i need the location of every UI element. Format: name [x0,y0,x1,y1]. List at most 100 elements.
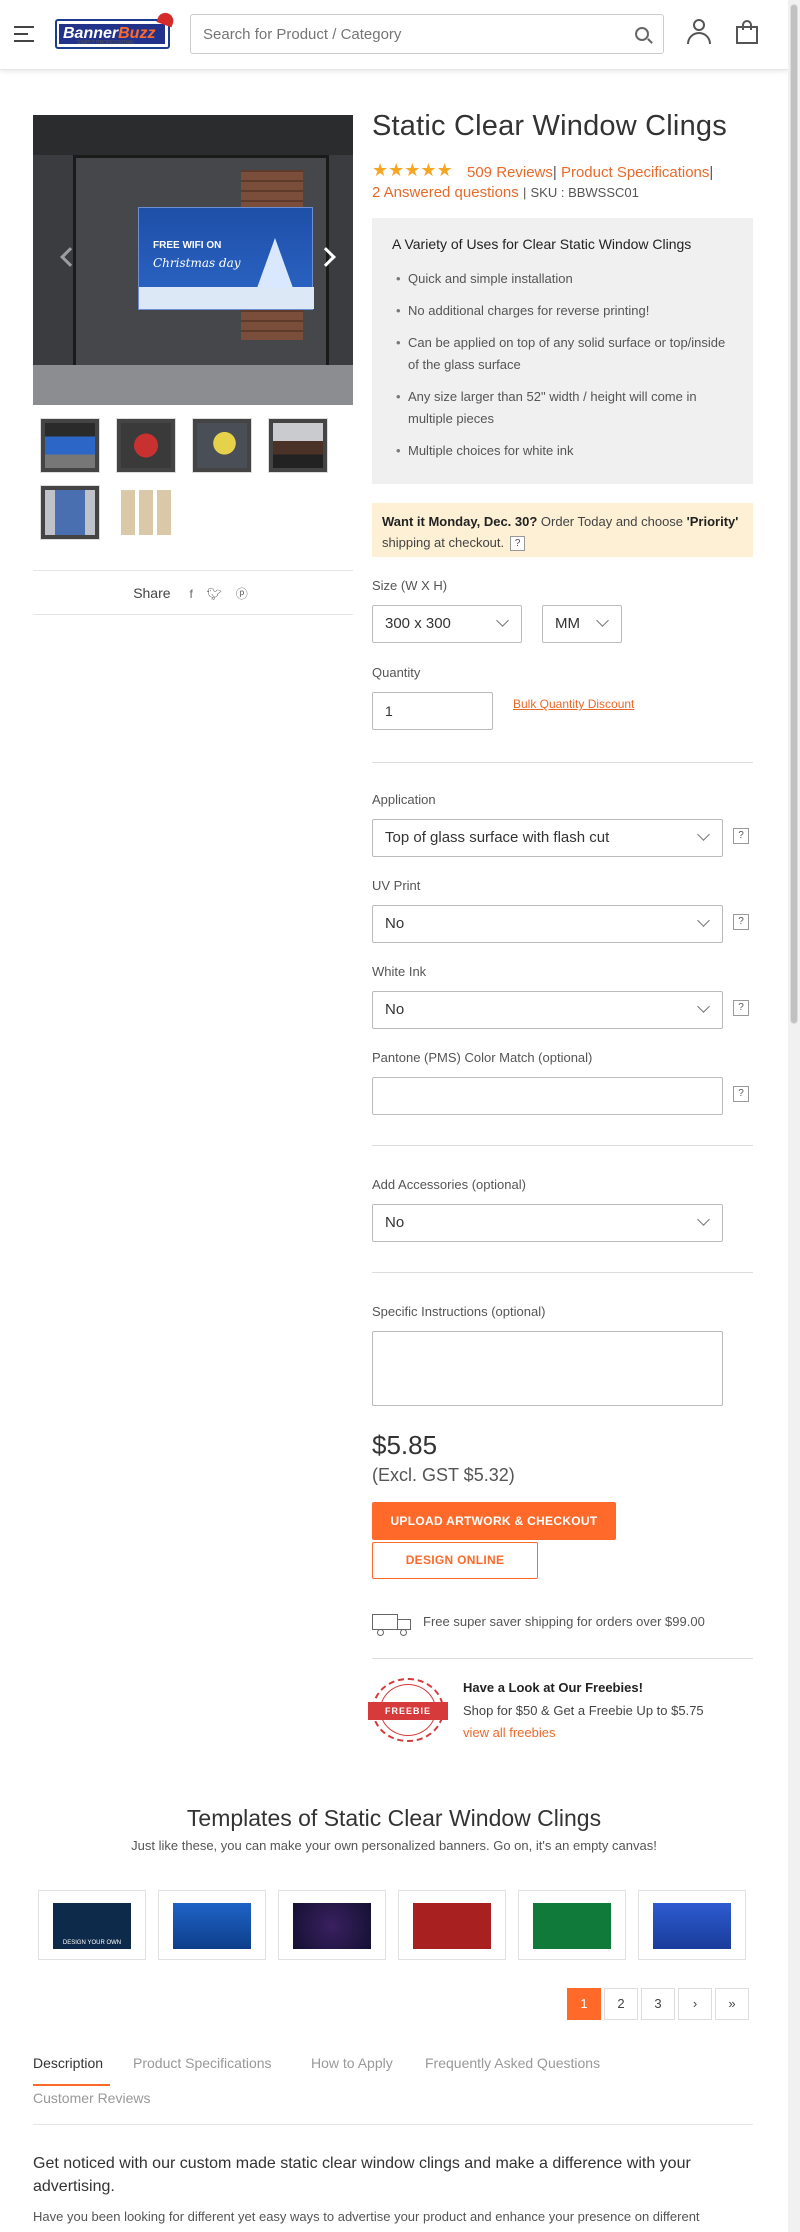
size-select[interactable]: 300 x 300 [372,605,522,643]
description-title: Get noticed with our custom made static … [33,2155,691,2195]
user-icon[interactable] [685,18,713,46]
tab-description[interactable]: Description [33,2055,103,2071]
truck-icon [372,1612,414,1636]
help-icon[interactable]: ? [733,828,749,844]
scrollbar-thumb[interactable] [790,4,798,1024]
accessories-label: Add Accessories (optional) [372,1177,526,1192]
chevron-down-icon [596,614,609,627]
template-card[interactable] [518,1890,626,1960]
feature-item: Quick and simple installation [396,268,726,290]
twitter-icon[interactable]: 🐦︎ [207,572,222,617]
reviews-link[interactable]: 509 Reviews [467,164,553,181]
rating-stars-icon[interactable]: ★★★★★ [372,160,453,181]
christmas-tree-icon [257,238,293,288]
thumbnail-1[interactable] [40,418,100,473]
cling-text-line1: FREE WIFI ON [153,240,222,251]
chevron-down-icon [697,1213,710,1226]
sku: SKU : BBWSSC01 [530,185,639,200]
active-tab-indicator [33,2084,110,2086]
white-ink-label: White Ink [372,964,427,979]
facebook-icon[interactable]: f [189,572,192,617]
help-icon[interactable]: ? [733,914,749,930]
white-ink-select[interactable]: No [372,991,723,1029]
features-list: Quick and simple installation No additio… [396,268,726,472]
page-2-button[interactable]: 2 [604,1988,638,2020]
delivery-notice: Want it Monday, Dec. 30? Order Today and… [372,503,753,557]
design-online-button[interactable]: DESIGN ONLINE [372,1542,538,1579]
template-card-design-own[interactable]: DESIGN YOUR OWN [38,1890,146,1960]
thumbnail-6[interactable] [116,485,176,540]
divider [372,1658,753,1659]
price: $5.85 [372,1430,438,1460]
pantone-input[interactable] [372,1077,723,1115]
freebie-badge-icon: FREEBIE [368,1678,448,1742]
tab-how-to-apply[interactable]: How to Apply [311,2055,393,2071]
quantity-label: Quantity [372,665,421,680]
thumbnail-2[interactable] [116,418,176,473]
cart-icon[interactable] [736,20,758,44]
help-icon[interactable]: ? [733,1000,749,1016]
search-input[interactable] [191,15,611,53]
share-bar: Share f 🐦︎ ⓟ [33,570,353,615]
specifications-link[interactable]: Product Specifications [561,164,709,181]
product-title: Static Clear Window Clings [372,110,727,142]
template-card[interactable] [158,1890,266,1960]
scrollbar[interactable] [788,0,800,2232]
uv-print-select[interactable]: No [372,905,723,943]
template-card[interactable] [398,1890,506,1960]
price-excl-gst: (Excl. GST $5.32) [372,1465,515,1485]
page-1-button[interactable]: 1 [567,1988,601,2020]
tab-product-specifications[interactable]: Product Specifications [133,2055,272,2071]
upload-artwork-checkout-button[interactable]: UPLOAD ARTWORK & CHECKOUT [372,1502,616,1540]
view-freebies-link[interactable]: view all freebies [463,1725,556,1740]
templates-title: Templates of Static Clear Window Clings [186,1805,602,1831]
template-card[interactable] [638,1890,746,1960]
page-3-button[interactable]: 3 [641,1988,675,2020]
last-page-button[interactable]: » [715,1988,749,2020]
thumbnail-5[interactable] [40,485,100,540]
site-header: BannerBuzz SIMPLY PROFESSIONAL [0,0,788,70]
chevron-down-icon [697,914,710,927]
feature-item: No additional charges for reverse printi… [396,300,726,322]
quantity-input[interactable]: 1 [372,692,493,730]
divider [372,762,753,763]
answered-questions-link[interactable]: 2 Answered questions [372,184,519,201]
shipping-note: Free super saver shipping for orders ove… [423,1614,705,1629]
help-icon[interactable]: ? [733,1086,749,1102]
feature-item: Any size larger than 52" width / height … [396,386,726,430]
product-main-image[interactable]: FREE WIFI ON Christmas day [33,115,353,405]
search-icon[interactable] [635,27,649,41]
template-card[interactable] [278,1890,386,1960]
chevron-down-icon [697,828,710,841]
window-cling-graphic: FREE WIFI ON Christmas day [138,207,314,310]
pantone-label: Pantone (PMS) Color Match (optional) [372,1050,593,1065]
tab-customer-reviews[interactable]: Customer Reviews [33,2090,150,2106]
menu-icon[interactable] [14,26,34,42]
instructions-label: Specific Instructions (optional) [372,1304,546,1319]
tab-faq[interactable]: Frequently Asked Questions [425,2055,600,2071]
pinterest-icon[interactable]: ⓟ [236,572,248,617]
application-select[interactable]: Top of glass surface with flash cut [372,819,723,857]
instructions-textarea[interactable] [372,1331,723,1406]
unit-select[interactable]: MM [542,605,622,643]
delivery-help-icon[interactable]: ? [510,536,526,552]
next-page-button[interactable]: › [678,1988,712,2020]
feature-item: Multiple choices for white ink [396,440,726,462]
features-box: A Variety of Uses for Clear Static Windo… [372,218,753,484]
divider [372,1145,753,1146]
logo[interactable]: BannerBuzz SIMPLY PROFESSIONAL [55,10,176,49]
templates-subtitle: Just like these, you can make your own p… [131,1838,657,1853]
application-label: Application [372,792,436,807]
divider [33,2124,753,2125]
thumbnail-4[interactable] [268,418,328,473]
freebie-title: Have a Look at Our Freebies! [463,1680,643,1695]
divider [372,1272,753,1273]
bulk-discount-link[interactable]: Bulk Quantity Discount [513,697,634,711]
cling-text-line2: Christmas day [153,256,241,270]
chevron-down-icon [496,614,509,627]
thumbnail-3[interactable] [192,418,252,473]
search-bar [190,14,664,54]
description-text: Have you been looking for different yet … [33,2209,700,2224]
features-heading: A Variety of Uses for Clear Static Windo… [392,236,692,252]
accessories-select[interactable]: No [372,1204,723,1242]
